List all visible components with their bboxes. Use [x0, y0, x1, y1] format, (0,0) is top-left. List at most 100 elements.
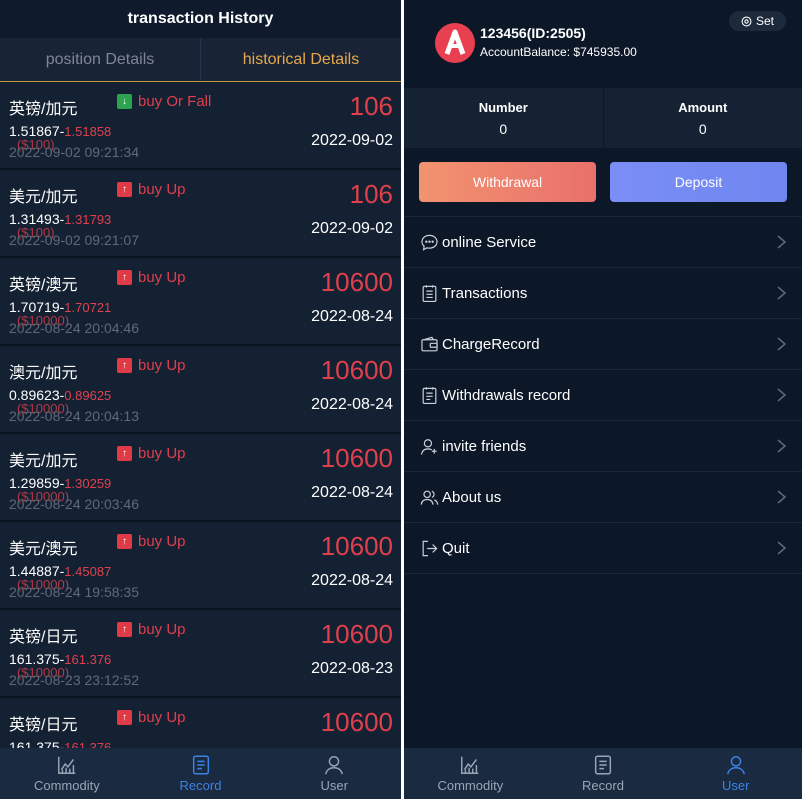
document-icon — [418, 384, 440, 406]
currency-pair: 美元/加元 — [9, 453, 78, 470]
history-tabs: position Details historical Details — [0, 38, 401, 82]
tab-record-label: Record — [179, 778, 222, 793]
trade-direction: ↑ buy Up — [117, 445, 186, 462]
trade-direction-label: buy Up — [138, 445, 186, 462]
trade-prices: 161.375-161.376 — [9, 739, 111, 748]
currency-pair: 英镑/日元 — [9, 629, 78, 646]
menu-item-label: Quit — [442, 539, 470, 557]
chevron-right-icon — [777, 388, 787, 402]
chevron-right-icon — [777, 439, 787, 453]
logo-icon — [444, 29, 466, 55]
stat-number-label: Number — [478, 99, 528, 115]
close-price: 1.31793 — [64, 212, 112, 227]
arrow-up-icon: ↑ — [117, 270, 132, 285]
list-item[interactable]: 英镑/澳元 ↑ buy Up 10600 1.70719-1.70721 ($10000)… — [0, 258, 401, 346]
list-item[interactable]: 英镑/日元 ↑ buy Up 10600 161.375-161.376 — [0, 698, 401, 748]
arrow-up-icon: ↑ — [117, 710, 132, 725]
gear-icon — [741, 16, 752, 26]
bottom-tabbar: Commodity Record User — [0, 748, 401, 799]
tab-record[interactable]: Record — [537, 748, 670, 799]
menu-item-chargerecord[interactable]: ChargeRecord — [404, 319, 802, 370]
list-item[interactable]: 美元/澳元 ↑ buy Up 10600 1.44887-1.45087 ($10000)… — [0, 522, 401, 610]
menu-item-label: Withdrawals record — [442, 386, 571, 404]
user-icon — [325, 756, 344, 775]
menu-item-label: online Service — [442, 233, 537, 251]
add-user-icon — [418, 435, 440, 457]
close-price: 161.376 — [64, 652, 112, 667]
currency-pair: 英镑/澳元 — [9, 277, 78, 294]
menu-item-withdrawals-record[interactable]: Withdrawals record — [404, 370, 802, 421]
list-item[interactable]: 澳元/加元 ↑ buy Up 10600 0.89623-0.89625 ($10000)… — [0, 346, 401, 434]
list-item[interactable]: 英镑/加元 ↓ buy Or Fall 106 1.51867-1.51858 ($100… — [0, 82, 401, 170]
deposit-button[interactable]: Deposit — [610, 162, 787, 202]
trade-direction: ↓ buy Or Fall — [117, 93, 211, 110]
users-icon — [418, 486, 440, 508]
tab-commodity[interactable]: Commodity — [404, 748, 537, 799]
menu-item-label: ChargeRecord — [442, 335, 540, 353]
tab-user[interactable]: User — [267, 748, 401, 799]
arrow-up-icon: ↑ — [117, 446, 132, 461]
tab-historical-details[interactable]: historical Details — [200, 38, 401, 81]
settings-button[interactable]: Set — [728, 11, 786, 31]
menu-item-about-us[interactable]: About us — [404, 472, 802, 523]
menu-item-quit[interactable]: Quit — [404, 523, 802, 574]
trade-time: 2022-09-02 09:21:34 — [9, 144, 139, 160]
currency-pair: 美元/加元 — [9, 189, 78, 206]
list-icon — [418, 282, 440, 304]
menu-item-online-service[interactable]: online Service — [404, 217, 802, 268]
trade-time: 2022-08-23 23:12:52 — [9, 672, 139, 688]
menu-item-label: Transactions — [442, 284, 528, 302]
trade-amount: 106 — [349, 91, 393, 121]
trade-direction-label: buy Or Fall — [138, 93, 212, 110]
chevron-right-icon — [777, 286, 787, 300]
trade-date: 2022-08-24 — [311, 308, 393, 325]
tab-commodity-label: Commodity — [437, 778, 504, 793]
list-item[interactable]: 美元/加元 ↑ buy Up 10600 1.29859-1.30259 ($10000)… — [0, 434, 401, 522]
arrow-up-icon: ↑ — [117, 534, 132, 549]
trade-time: 2022-08-24 19:58:35 — [9, 584, 139, 600]
withdraw-button[interactable]: Withdrawal — [419, 162, 596, 202]
trade-time: 2022-08-24 20:03:46 — [9, 496, 139, 512]
balance-value: $745935.00 — [573, 45, 637, 59]
menu-item-transactions[interactable]: Transactions — [404, 268, 802, 319]
trade-date: 2022-09-02 — [311, 132, 393, 149]
action-buttons: Withdrawal Deposit — [404, 148, 802, 216]
trade-direction-label: buy Up — [138, 533, 186, 550]
currency-pair: 英镑/加元 — [9, 101, 78, 118]
close-price: 161.376 — [64, 740, 112, 748]
record-icon — [192, 755, 209, 775]
trade-direction: ↑ buy Up — [117, 357, 186, 374]
tab-commodity-label: Commodity — [33, 778, 100, 793]
tab-commodity[interactable]: Commodity — [0, 748, 134, 799]
trade-direction-label: buy Up — [138, 621, 186, 638]
tab-user-label: User — [721, 778, 750, 793]
list-item[interactable]: 英镑/日元 ↑ buy Up 10600 161.375-161.376 ($10000)… — [0, 610, 401, 698]
trade-direction-label: buy Up — [138, 709, 186, 726]
list-item[interactable]: 美元/加元 ↑ buy Up 106 1.31493-1.31793 ($100) 2022… — [0, 170, 401, 258]
open-price: 161.375 — [9, 739, 60, 748]
close-price: 0.89625 — [64, 388, 112, 403]
trade-direction: ↑ buy Up — [117, 533, 186, 550]
trade-amount: 10600 — [320, 619, 393, 649]
tab-user[interactable]: User — [669, 748, 802, 799]
user-name: 123456(ID:2505) — [480, 25, 586, 41]
arrow-up-icon: ↑ — [117, 358, 132, 373]
avatar — [435, 23, 475, 63]
record-icon — [594, 755, 612, 775]
trade-amount: 10600 — [320, 355, 393, 385]
stat-number: Number 0 — [404, 88, 603, 148]
arrow-up-icon: ↑ — [117, 182, 132, 197]
tab-record[interactable]: Record — [134, 748, 268, 799]
close-price: 1.45087 — [64, 564, 112, 579]
trade-direction-label: buy Up — [138, 357, 186, 374]
menu-item-invite-friends[interactable]: invite friends — [404, 421, 802, 472]
trade-direction: ↑ buy Up — [117, 709, 186, 726]
trade-amount: 10600 — [320, 707, 393, 737]
trade-direction-label: buy Up — [138, 181, 186, 198]
menu-item-label: invite friends — [442, 437, 527, 455]
chat-icon — [418, 231, 440, 253]
tab-position-details[interactable]: position Details — [0, 38, 200, 81]
trade-amount: 10600 — [320, 531, 393, 561]
user-menu: online Service Transactions ChargeRecord Wi… — [404, 216, 802, 574]
profile-header: 123456(ID:2505) AccountBalance: $745935.… — [404, 0, 802, 88]
